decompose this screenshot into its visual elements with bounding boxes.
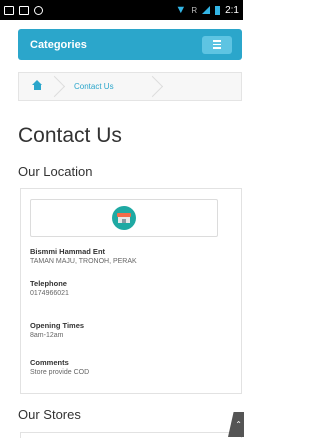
hamburger-icon-line (213, 47, 221, 49)
store-address: TAMAN MAJU, TRONOH, PERAK (30, 258, 137, 265)
roaming-indicator: R (191, 5, 198, 15)
clock: 2:1 (225, 4, 239, 16)
stores-card (20, 432, 242, 438)
battery-icon (215, 5, 221, 15)
store-name: Bismmi Hammad Ent (30, 247, 106, 256)
our-stores-heading: Our Stores (18, 407, 81, 422)
android-icon (34, 5, 43, 15)
our-location-heading: Our Location (18, 164, 93, 179)
hamburger-icon-line (213, 43, 221, 46)
telephone-value[interactable]: 0174966021 (30, 290, 69, 297)
store-image (30, 199, 218, 237)
back-to-top-icon: ⌃ (235, 420, 242, 429)
home-icon (31, 79, 42, 92)
image-icon (4, 5, 14, 15)
opening-times-label: Opening Times (30, 321, 85, 330)
categories-bar[interactable]: Categories (18, 29, 242, 60)
back-to-top-button[interactable]: ⌃ (228, 412, 244, 437)
breadcrumb: Contact Us (18, 72, 242, 101)
page-title: Contact Us (18, 124, 122, 147)
categories-title: Categories (30, 38, 87, 51)
menu-button[interactable] (202, 35, 232, 54)
telephone-label: Telephone (30, 279, 67, 288)
signal-icon (202, 6, 211, 14)
comments-value: Store provide COD (30, 369, 90, 376)
shop-icon (112, 206, 136, 230)
hamburger-icon (213, 40, 221, 42)
breadcrumb-separator (141, 75, 164, 98)
breadcrumb-current[interactable]: Contact Us (74, 82, 114, 91)
status-bar-right: ▼ R 2:1 (175, 4, 239, 16)
status-bar-left (4, 5, 43, 15)
comments-label: Comments (30, 358, 69, 367)
location-card: Bismmi Hammad Ent TAMAN MAJU, TRONOH, PE… (20, 188, 242, 394)
wifi-icon: ▼ (175, 4, 187, 16)
opening-times-value: 8am-12am (30, 332, 64, 339)
note-icon (19, 5, 29, 15)
status-bar: ▼ R 2:1 (0, 0, 243, 20)
